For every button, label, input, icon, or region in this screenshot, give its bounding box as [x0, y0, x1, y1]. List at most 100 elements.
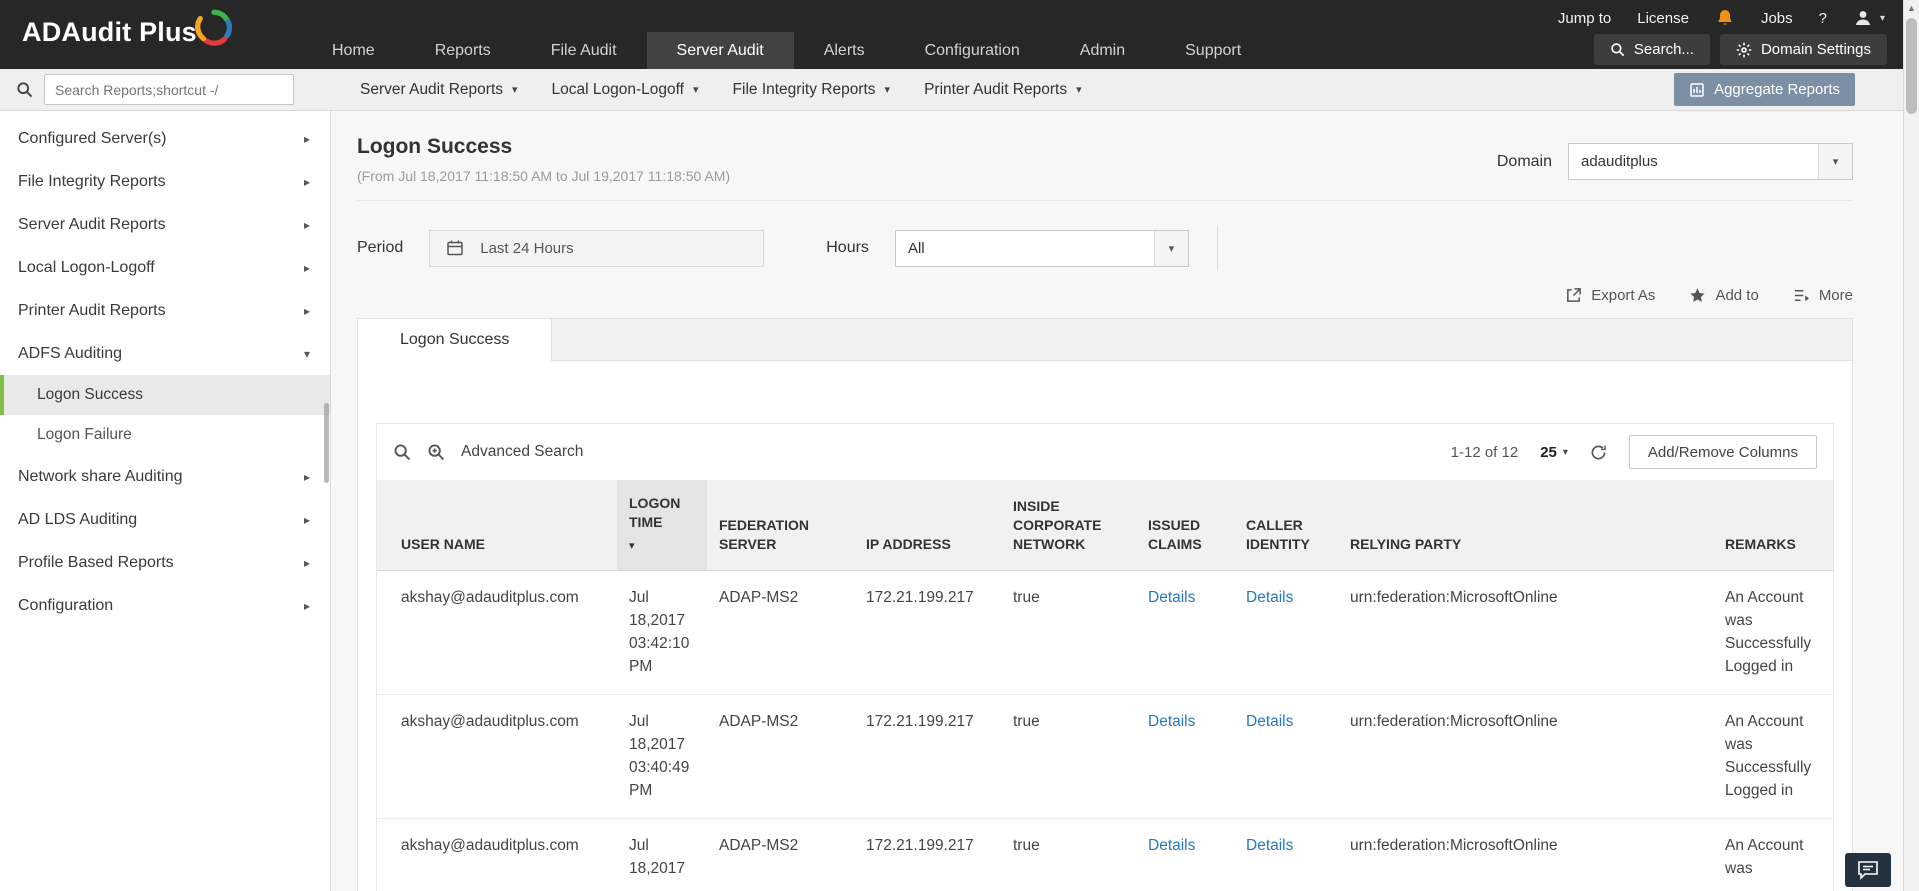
more-list-icon: [1793, 287, 1810, 304]
page-scrollbar[interactable]: ▲: [1903, 0, 1919, 891]
adfs-auditing-children: Logon Success Logon Failure: [0, 375, 330, 455]
feedback-chat-button[interactable]: [1845, 853, 1891, 887]
column-search-icon[interactable]: [393, 443, 411, 461]
table-toolbar: Advanced Search 1-12 of 12 25 ▾: [377, 424, 1833, 480]
jobs-link[interactable]: Jobs: [1761, 10, 1793, 27]
cell-remarks: An Account was: [1713, 818, 1833, 891]
report-table: USER NAME LOGON TIME ▾ FEDERATION SERVER…: [377, 480, 1833, 891]
cell-remarks: An Account was Successfully Logged in: [1713, 570, 1833, 694]
add-to-button[interactable]: Add to: [1689, 287, 1758, 304]
sidebar-item-file-integrity-reports[interactable]: File Integrity Reports ▸: [0, 160, 330, 203]
aggregate-reports-button[interactable]: Aggregate Reports: [1674, 73, 1855, 106]
scrollbar-up-arrow-icon[interactable]: ▲: [1904, 0, 1919, 16]
more-button[interactable]: More: [1793, 287, 1853, 304]
tab-logon-success[interactable]: Logon Success: [358, 319, 552, 361]
jump-to-link[interactable]: Jump to: [1558, 10, 1611, 27]
menu-file-integrity-reports[interactable]: File Integrity Reports ▾: [716, 81, 908, 99]
chat-bubble-icon: [1857, 860, 1879, 880]
account-menu[interactable]: ▾: [1853, 8, 1885, 28]
help-link[interactable]: ?: [1819, 10, 1827, 27]
col-header-remarks[interactable]: REMARKS: [1713, 480, 1833, 570]
sidebar: Configured Server(s) ▸ File Integrity Re…: [0, 111, 331, 891]
domain-select[interactable]: adauditplus ▾: [1568, 143, 1853, 180]
sidebar-item-profile-based-reports[interactable]: Profile Based Reports ▸: [0, 541, 330, 584]
report-search-input[interactable]: [44, 74, 294, 105]
nav-tab-reports[interactable]: Reports: [405, 32, 521, 69]
export-as-button[interactable]: Export As: [1565, 287, 1655, 304]
chevron-right-icon: ▸: [304, 599, 310, 613]
add-remove-columns-button[interactable]: Add/Remove Columns: [1629, 435, 1817, 469]
details-link[interactable]: Details: [1148, 589, 1195, 606]
col-header-federation-server[interactable]: FEDERATION SERVER: [707, 480, 854, 570]
advanced-search-icon[interactable]: [427, 443, 445, 461]
report-actions: Export As Add to More: [357, 287, 1853, 304]
details-link[interactable]: Details: [1246, 837, 1293, 854]
period-picker[interactable]: Last 24 Hours: [429, 230, 764, 267]
utility-bar: Jump to License Jobs ? ▾: [1558, 5, 1885, 31]
col-header-issued-claims[interactable]: ISSUED CLAIMS: [1136, 480, 1234, 570]
nav-tab-home[interactable]: Home: [302, 32, 405, 69]
notifications-bell-icon[interactable]: [1715, 8, 1735, 28]
sidebar-item-printer-audit-reports[interactable]: Printer Audit Reports ▸: [0, 289, 330, 332]
domain-settings-label: Domain Settings: [1761, 41, 1871, 58]
nav-tab-alerts[interactable]: Alerts: [794, 32, 895, 69]
app-logo: ADAudit Plus: [22, 12, 233, 52]
sidebar-item-logon-success[interactable]: Logon Success: [0, 375, 330, 415]
search-icon[interactable]: [16, 81, 33, 98]
cell-inside-corporate-network: true: [1001, 694, 1136, 818]
col-header-relying-party[interactable]: RELYING PARTY: [1338, 480, 1713, 570]
hours-select[interactable]: All ▾: [895, 230, 1189, 267]
menu-server-audit-reports[interactable]: Server Audit Reports ▾: [343, 81, 535, 99]
chevron-down-icon: ▾: [693, 83, 699, 96]
sidebar-item-logon-failure[interactable]: Logon Failure: [0, 415, 330, 455]
report-chart-icon: [1689, 82, 1705, 98]
sidebar-item-ad-lds-auditing[interactable]: AD LDS Auditing ▸: [0, 498, 330, 541]
menu-printer-audit-reports[interactable]: Printer Audit Reports ▾: [907, 81, 1099, 99]
chevron-down-icon: ▾: [512, 83, 518, 96]
domain-label: Domain: [1497, 153, 1552, 171]
topbar-buttons: Search... Domain Settings: [1594, 34, 1887, 65]
col-header-caller-identity[interactable]: CALLER IDENTITY: [1234, 480, 1338, 570]
nav-tab-file-audit[interactable]: File Audit: [521, 32, 647, 69]
chevron-down-icon: ▾: [1818, 144, 1852, 179]
filter-bar: Period Last 24 Hours Hours All ▾: [357, 225, 1853, 271]
table-row: akshay@adauditplus.com Jul 18,2017 ADAP-…: [377, 818, 1833, 891]
sidebar-scrollbar[interactable]: [324, 403, 329, 483]
panel-body: Advanced Search 1-12 of 12 25 ▾: [358, 361, 1852, 891]
sidebar-item-configuration[interactable]: Configuration ▸: [0, 584, 330, 627]
details-link[interactable]: Details: [1148, 837, 1195, 854]
scrollbar-thumb[interactable]: [1906, 18, 1917, 114]
details-link[interactable]: Details: [1148, 713, 1195, 730]
sidebar-item-local-logon-logoff[interactable]: Local Logon-Logoff ▸: [0, 246, 330, 289]
page-title: Logon Success: [357, 135, 730, 159]
nav-tab-server-audit[interactable]: Server Audit: [647, 32, 794, 69]
license-link[interactable]: License: [1637, 10, 1689, 27]
nav-tab-configuration[interactable]: Configuration: [895, 32, 1050, 69]
cell-ip-address: 172.21.199.217: [854, 694, 1001, 818]
page-size-dropdown[interactable]: 25 ▾: [1540, 444, 1568, 461]
chevron-right-icon: ▸: [304, 470, 310, 484]
details-link[interactable]: Details: [1246, 713, 1293, 730]
app-page: ADAudit Plus Jump to License Jobs ? ▾ Ho…: [0, 0, 1903, 891]
chevron-down-icon: ▾: [304, 347, 310, 361]
sidebar-item-network-share-auditing[interactable]: Network share Auditing ▸: [0, 455, 330, 498]
col-header-ip-address[interactable]: IP ADDRESS: [854, 480, 1001, 570]
refresh-icon[interactable]: [1590, 444, 1607, 461]
global-search-button[interactable]: Search...: [1594, 34, 1710, 65]
menu-local-logon-logoff[interactable]: Local Logon-Logoff ▾: [535, 81, 716, 99]
cell-caller-identity: Details: [1234, 818, 1338, 891]
nav-tab-support[interactable]: Support: [1155, 32, 1271, 69]
sidebar-item-adfs-auditing[interactable]: ADFS Auditing ▾: [0, 332, 330, 375]
col-header-inside-corporate-network[interactable]: INSIDE CORPORATE NETWORK: [1001, 480, 1136, 570]
advanced-search-link[interactable]: Advanced Search: [461, 443, 583, 461]
sidebar-item-server-audit-reports[interactable]: Server Audit Reports ▸: [0, 203, 330, 246]
col-header-logon-time[interactable]: LOGON TIME ▾: [617, 480, 707, 570]
sidebar-item-configured-servers[interactable]: Configured Server(s) ▸: [0, 117, 330, 160]
logo-swoosh-icon: [195, 8, 233, 46]
details-link[interactable]: Details: [1246, 589, 1293, 606]
cell-federation-server: ADAP-MS2: [707, 818, 854, 891]
col-header-user-name[interactable]: USER NAME: [377, 480, 617, 570]
domain-settings-button[interactable]: Domain Settings: [1720, 34, 1887, 65]
nav-tab-admin[interactable]: Admin: [1050, 32, 1155, 69]
chevron-down-icon: ▾: [1076, 83, 1082, 96]
